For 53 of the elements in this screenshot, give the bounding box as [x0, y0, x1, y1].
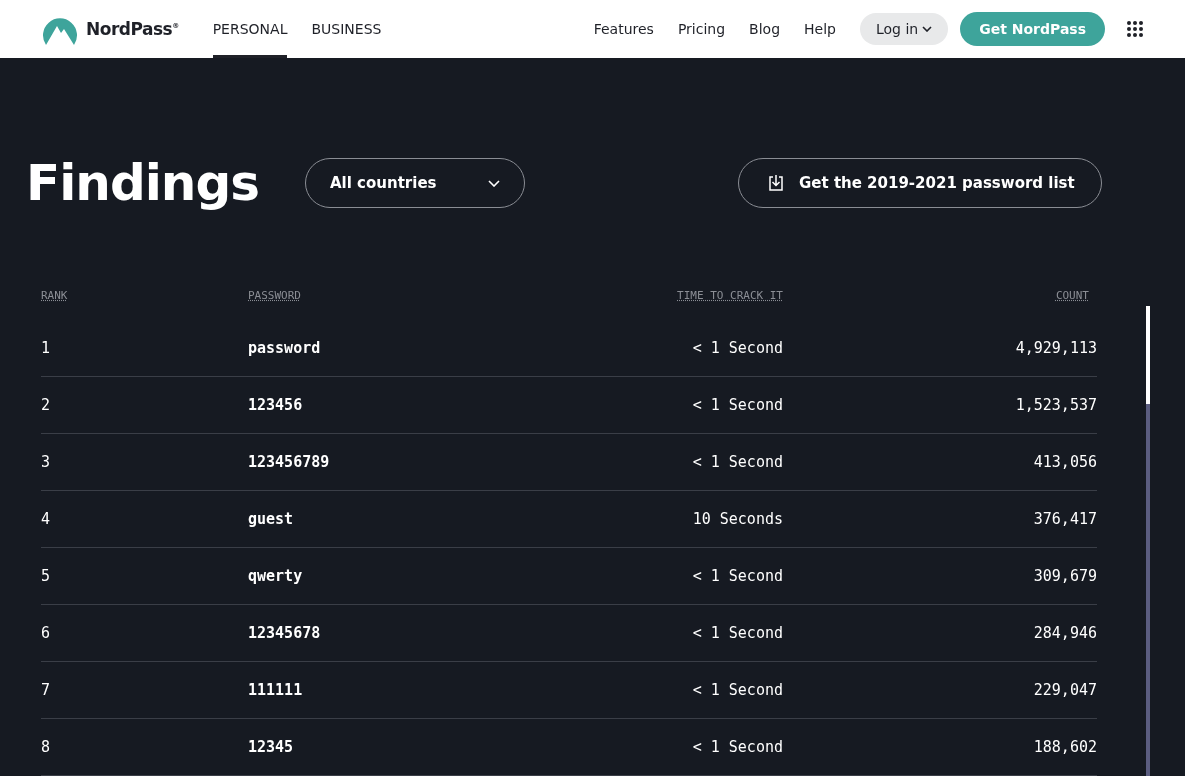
table-cell: 10 Seconds: [692, 510, 783, 528]
table-cell: < 1 Second: [692, 681, 783, 699]
table-cell: < 1 Second: [692, 738, 783, 756]
nav-link[interactable]: Help: [804, 21, 836, 37]
table-cell: guest: [248, 510, 294, 528]
table-cell: 6: [41, 624, 51, 642]
table-cell: 4,929,113: [1015, 339, 1097, 357]
brand-name[interactable]: NordPass$^{®}$: [86, 19, 179, 39]
table-cell: < 1 Second: [692, 339, 783, 357]
table-cell: < 1 Second: [692, 453, 783, 471]
table-cell: 7: [41, 681, 51, 699]
table-cell: 309,679: [1033, 567, 1097, 585]
app-grid-icon[interactable]: [1127, 21, 1143, 37]
download-icon: [767, 174, 785, 192]
table-cell: 12345678: [248, 624, 321, 642]
table-cell: 12345: [248, 738, 294, 756]
table-cell: 111111: [248, 681, 303, 699]
table-cell: 2: [41, 396, 51, 414]
table-cell: qwerty: [248, 567, 303, 585]
nav-tab[interactable]: BUSINESS: [311, 0, 382, 58]
table-cell: < 1 Second: [692, 624, 783, 642]
table-cell: < 1 Second: [692, 396, 783, 414]
scrollbar-track[interactable]: [1146, 306, 1150, 776]
table-cell: 413,056: [1033, 453, 1097, 471]
table-cell: 284,946: [1033, 624, 1097, 642]
table-cell: 376,417: [1033, 510, 1097, 528]
table-cell: 4: [41, 510, 51, 528]
table-cell: 123456789: [248, 453, 330, 471]
table-cell: 1: [41, 339, 51, 357]
nav-link[interactable]: Features: [593, 21, 654, 37]
column-header[interactable]: RANK: [41, 288, 68, 302]
table-cell: 123456: [248, 396, 303, 414]
login-button[interactable]: Log in: [859, 13, 949, 45]
page-heading: Findings: [26, 154, 260, 212]
table-cell: 1,523,537: [1015, 396, 1097, 414]
chevron-down-icon: [488, 179, 500, 187]
table-cell: password: [248, 339, 321, 357]
scrollbar-thumb[interactable]: [1146, 306, 1150, 404]
table-cell: 3: [41, 453, 51, 471]
nav-tab[interactable]: PERSONAL: [212, 0, 288, 58]
nav-link[interactable]: Pricing: [677, 21, 726, 37]
table-cell: 229,047: [1033, 681, 1097, 699]
table-cell: 5: [41, 567, 51, 585]
table-cell: < 1 Second: [692, 567, 783, 585]
column-header[interactable]: COUNT: [1055, 288, 1089, 302]
column-header[interactable]: PASSWORD: [248, 288, 301, 302]
download-list-button[interactable]: Get the 2019-2021 password list: [738, 158, 1102, 208]
column-header[interactable]: TIME TO CRACK IT: [677, 288, 783, 302]
chevron-down-icon: [922, 26, 933, 32]
country-dropdown[interactable]: All countries: [305, 158, 525, 208]
table-cell: 188,602: [1033, 738, 1097, 756]
nav-link[interactable]: Blog: [749, 21, 781, 37]
table-cell: 8: [41, 738, 51, 756]
